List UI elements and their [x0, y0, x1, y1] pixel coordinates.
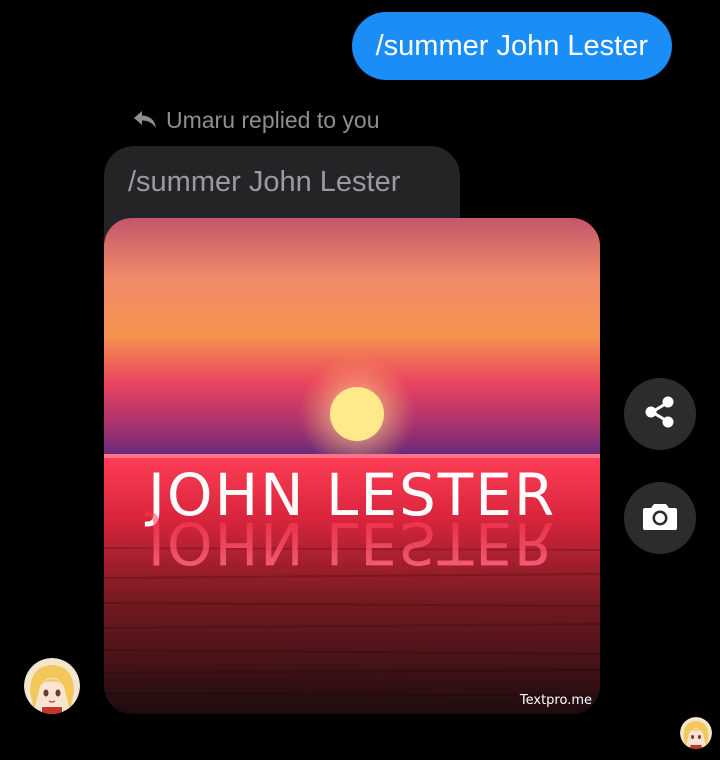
share-icon: [643, 395, 677, 434]
sender-avatar[interactable]: [24, 658, 80, 714]
image-headline-reflection: JOHN LESTER: [145, 509, 556, 577]
anime-girl-avatar-small: [680, 717, 712, 749]
image-watermark: Textpro.me: [519, 693, 592, 708]
anime-girl-avatar: [24, 658, 80, 714]
chat-screen: /summer John Lester Umaru replied to you…: [0, 0, 720, 760]
reply-indicator: Umaru replied to you: [132, 104, 380, 136]
reply-arrow-icon: [132, 109, 158, 131]
camera-button[interactable]: [624, 482, 696, 554]
reply-indicator-text: Umaru replied to you: [166, 106, 380, 133]
camera-icon: [642, 500, 678, 537]
read-receipt-avatar: [680, 717, 712, 749]
share-button[interactable]: [624, 378, 696, 450]
quoted-message-text: /summer John Lester: [128, 166, 401, 198]
outgoing-message-bubble[interactable]: /summer John Lester: [351, 12, 672, 80]
image-message[interactable]: JOHN LESTER JOHN LESTER Textpro.me: [104, 218, 600, 714]
sunset-image: JOHN LESTER JOHN LESTER: [104, 218, 600, 714]
